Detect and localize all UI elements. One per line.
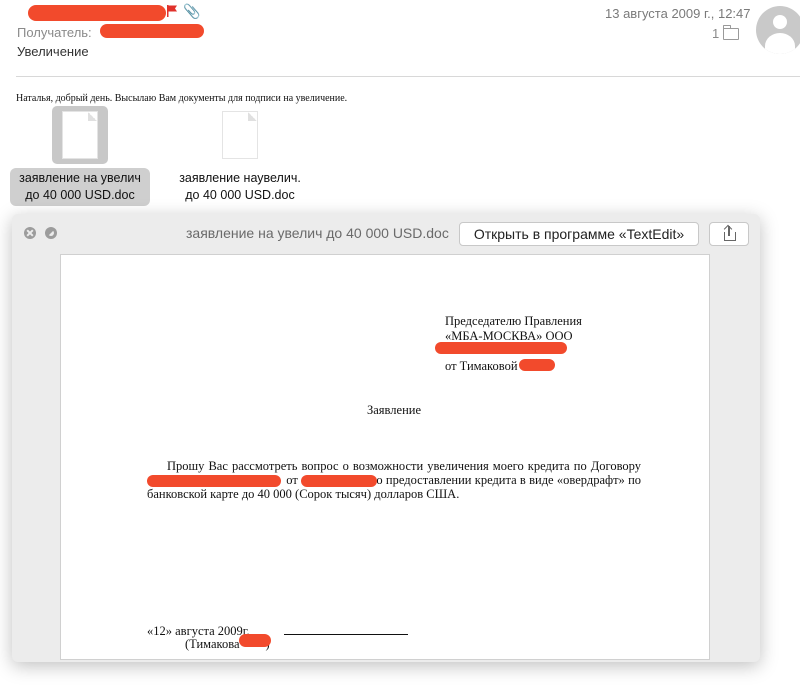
attachment-1-name-line1: заявление на увелич [19, 171, 141, 185]
share-button[interactable] [709, 222, 749, 246]
header-divider [16, 76, 800, 77]
open-in-textedit-button[interactable]: Открыть в программе «TextEdit» [459, 222, 699, 246]
attachment-1[interactable]: заявление на увелич до 40 000 USD.doc [10, 106, 150, 206]
share-icon [724, 232, 736, 241]
redacted-signature-surname [239, 634, 271, 647]
thread-count[interactable]: 1 [712, 24, 740, 41]
thread-count-value: 1 [712, 26, 720, 41]
message-date: 13 августа 2009 г., 12:47 [605, 6, 751, 21]
signature-name-prefix: (Тимакова [185, 637, 240, 651]
paragraph-part-2: от [286, 473, 298, 487]
statement-heading: Заявление [367, 403, 422, 417]
redacted-sender [28, 5, 166, 21]
paragraph-part-1: Прошу Вас рассмотреть вопрос о возможнос… [167, 459, 641, 473]
close-icon[interactable] [24, 227, 36, 239]
document-preview: Председателю Правления «МБА-МОСКВА» ООО … [60, 254, 710, 660]
addressee-line-1: Председателю Правления [445, 314, 582, 328]
document-icon [63, 112, 97, 158]
attachment-2[interactable]: заявление наувелич. до 40 000 USD.doc [170, 106, 310, 206]
redacted-contract-number [147, 475, 281, 487]
recipient-label: Получатель: [17, 25, 92, 40]
folder-icon [723, 24, 740, 40]
redacted-addressee [435, 342, 567, 354]
quicklook-title: заявление на увелич до 40 000 USD.doc [186, 225, 449, 241]
avatar-icon [756, 6, 800, 54]
redacted-contract-date [301, 475, 377, 487]
signature-line [283, 623, 408, 635]
redacted-surname-suffix [519, 359, 555, 371]
message-greeting: Наталья, добрый день. Высылаю Вам докуме… [16, 93, 348, 104]
message-subject: Увеличение [17, 44, 89, 59]
signature-date: «12» августа 2009г. [147, 624, 250, 638]
fullscreen-icon[interactable] [45, 227, 57, 239]
attachment-1-name-line2: до 40 000 USD.doc [25, 188, 135, 202]
paperclip-icon: 📎 [183, 3, 201, 19]
attachment-2-name-line2: до 40 000 USD.doc [185, 188, 295, 202]
document-icon [223, 112, 257, 158]
quicklook-window: заявление на увелич до 40 000 USD.doc От… [12, 214, 760, 662]
redacted-recipient [100, 24, 204, 38]
flag-icon [167, 5, 177, 17]
attachment-2-name-line1: заявление наувелич. [179, 171, 301, 185]
addressee-line-3: от Тимаковой [445, 359, 518, 373]
